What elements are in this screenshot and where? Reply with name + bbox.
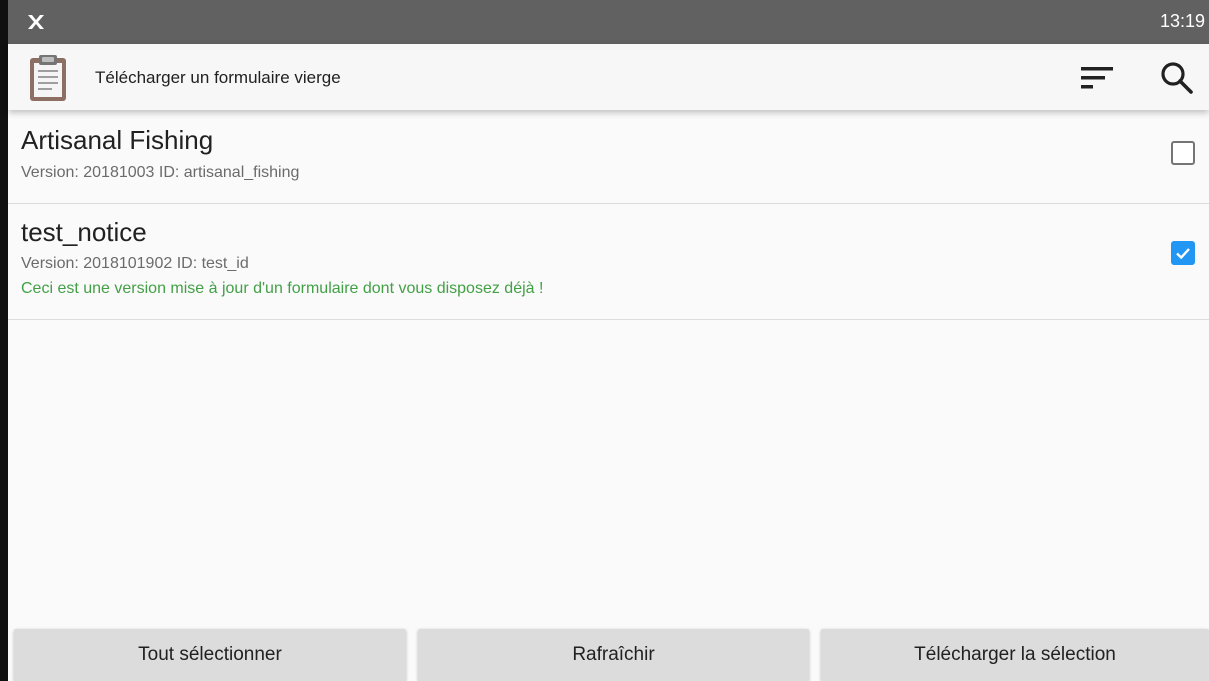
screen-edge: [0, 0, 8, 681]
button-bar: Tout sélectionner Rafraîchir Télécharger…: [8, 629, 1209, 681]
update-notice: Ceci est une version mise à jour d'un fo…: [21, 280, 544, 297]
app-bar: Télécharger un formulaire vierge: [8, 44, 1209, 110]
clipboard-icon: [26, 54, 70, 102]
checkbox-checked[interactable]: [1171, 241, 1195, 265]
download-selection-button[interactable]: Télécharger la sélection: [821, 629, 1209, 681]
form-list: Artisanal Fishing Version: 20181003 ID: …: [8, 110, 1209, 320]
list-item[interactable]: test_notice Version: 2018101902 ID: test…: [8, 204, 1209, 320]
form-name: Artisanal Fishing: [21, 125, 214, 155]
search-icon[interactable]: [1158, 59, 1198, 97]
checkbox-unchecked[interactable]: [1171, 141, 1195, 165]
page-title: Télécharger un formulaire vierge: [95, 68, 341, 87]
select-all-button[interactable]: Tout sélectionner: [14, 629, 406, 681]
list-item[interactable]: Artisanal Fishing Version: 20181003 ID: …: [8, 110, 1209, 204]
form-version-id: Version: 20181003 ID: artisanal_fishing: [21, 164, 300, 181]
checkmark-icon: [1176, 248, 1190, 260]
form-version-id: Version: 2018101902 ID: test_id: [21, 255, 249, 272]
odk-collect-icon: [26, 12, 46, 32]
sort-icon[interactable]: [1078, 61, 1118, 95]
refresh-button[interactable]: Rafraîchir: [418, 629, 809, 681]
status-clock: 13:19: [1159, 11, 1205, 31]
form-name: test_notice: [21, 217, 147, 247]
status-bar: 13:19: [8, 0, 1209, 44]
